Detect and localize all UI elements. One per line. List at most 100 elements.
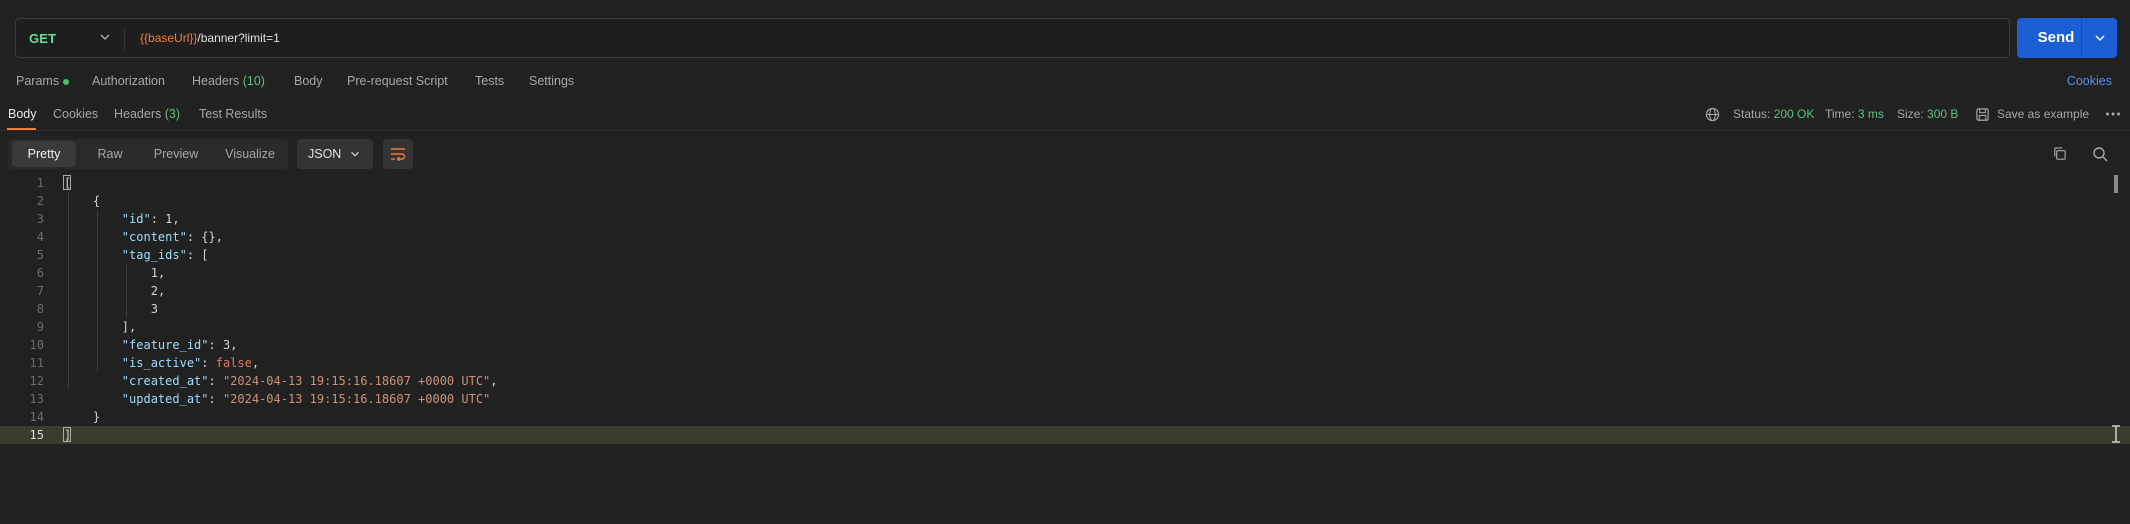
copy-icon[interactable] xyxy=(2052,146,2067,161)
text-cursor-icon xyxy=(2112,425,2120,443)
response-tab-cookies[interactable]: Cookies xyxy=(53,107,98,121)
save-icon[interactable] xyxy=(1975,107,1990,122)
json-value: [ xyxy=(201,248,209,262)
url-path: /banner?limit=1 xyxy=(197,31,280,45)
vertical-scrollbar[interactable] xyxy=(2114,175,2118,193)
code-line: 10 "feature_id": 3, xyxy=(0,336,2130,354)
code-text: "content": {}, xyxy=(121,230,223,244)
code-text: "created_at": "2024-04-13 19:15:16.18607… xyxy=(121,374,498,388)
status-label: Status: xyxy=(1733,107,1771,121)
line-number: 7 xyxy=(36,284,44,298)
code-line: 11 "is_active": false, xyxy=(0,354,2130,372)
code-line: 7 2, xyxy=(0,282,2130,300)
format-raw-button[interactable]: Raw xyxy=(82,139,138,169)
json-key: "is_active" xyxy=(121,356,202,370)
json-number: 1 xyxy=(165,212,173,226)
line-number: 15 xyxy=(29,428,44,442)
tab-tests[interactable]: Tests xyxy=(475,74,504,88)
tab-settings[interactable]: Settings xyxy=(529,74,574,88)
send-options-chevron-icon[interactable] xyxy=(2093,31,2107,45)
response-tab-headers[interactable]: Headers (3) xyxy=(114,107,180,121)
code-text: "tag_ids": [ xyxy=(121,248,209,262)
response-tab-body[interactable]: Body xyxy=(8,107,37,121)
json-number: 1 xyxy=(150,266,158,280)
response-tab-headers-count: (3) xyxy=(164,107,181,121)
json-boolean: false xyxy=(215,356,252,370)
response-tab-test-results[interactable]: Test Results xyxy=(199,107,267,121)
url-input[interactable]: {{baseUrl}}/banner?limit=1 xyxy=(140,31,280,45)
wrap-lines-icon xyxy=(391,148,406,161)
response-tab-headers-label: Headers xyxy=(114,107,162,121)
response-divider xyxy=(0,130,2130,131)
format-pretty-button[interactable]: Pretty xyxy=(12,141,76,167)
tab-headers-label: Headers xyxy=(192,74,240,88)
line-number: 14 xyxy=(29,410,44,424)
status-readout: Status: 200 OK xyxy=(1733,107,1814,121)
code-line: 14 } xyxy=(0,408,2130,426)
code-line: 15] xyxy=(0,426,2130,444)
line-number: 9 xyxy=(36,320,44,334)
line-number: 2 xyxy=(36,194,44,208)
code-line: 5 "tag_ids": [ xyxy=(0,246,2130,264)
time-label: Time: xyxy=(1825,107,1855,121)
code-line: 2 { xyxy=(0,192,2130,210)
tab-params-label: Params xyxy=(16,74,60,88)
url-variable: {{baseUrl}} xyxy=(140,31,198,45)
time-readout: Time: 3 ms xyxy=(1825,107,1884,121)
more-options-icon[interactable] xyxy=(2105,111,2121,117)
line-number: 13 xyxy=(29,392,44,406)
response-body-editor[interactable]: 1[2 {3 "id": 1, 4 "content": {}, 5 "tag_id… xyxy=(0,174,2130,454)
send-button[interactable]: Send xyxy=(2017,18,2081,58)
code-text: ], xyxy=(121,320,137,334)
tab-headers[interactable]: Headers (10) xyxy=(192,74,265,88)
tab-pre-request-script[interactable]: Pre-request Script xyxy=(347,74,448,88)
tab-body[interactable]: Body xyxy=(294,74,323,88)
status-value: 200 OK xyxy=(1773,107,1815,121)
format-visualize-button[interactable]: Visualize xyxy=(216,139,284,169)
code-text: "feature_id": 3, xyxy=(121,338,238,352)
cookies-link[interactable]: Cookies xyxy=(2067,74,2112,88)
params-indicator-dot xyxy=(63,78,70,85)
json-key: "feature_id" xyxy=(121,338,209,352)
json-string: "2024-04-13 19:15:16.18607 +0000 UTC" xyxy=(222,374,491,388)
url-divider xyxy=(124,27,125,51)
line-number: 3 xyxy=(36,212,44,226)
json-number: 3 xyxy=(222,338,231,352)
code-text: "is_active": false, xyxy=(121,356,260,370)
line-number: 6 xyxy=(36,266,44,280)
json-number: 3 xyxy=(150,302,158,316)
size-value: 300 B xyxy=(1927,107,1959,121)
line-number: 5 xyxy=(36,248,44,262)
code-text: { xyxy=(92,194,101,208)
code-text: "updated_at": "2024-04-13 19:15:16.18607… xyxy=(121,392,491,406)
json-value: {} xyxy=(201,230,216,244)
json-key: "created_at" xyxy=(121,374,209,388)
search-icon[interactable] xyxy=(2092,146,2108,162)
language-select[interactable]: JSON xyxy=(297,139,373,169)
tab-headers-count: (10) xyxy=(242,74,265,88)
code-text: "id": 1, xyxy=(121,212,180,226)
code-text: 2, xyxy=(150,284,166,298)
json-key: "id" xyxy=(121,212,151,226)
save-as-example-button[interactable]: Save as example xyxy=(1997,107,2089,121)
method-select[interactable]: GET xyxy=(29,31,56,46)
format-preview-button[interactable]: Preview xyxy=(144,139,208,169)
size-readout: Size: 300 B xyxy=(1897,107,1958,121)
globe-icon[interactable] xyxy=(1705,107,1720,122)
send-button-group: Send xyxy=(2017,18,2117,58)
tab-authorization[interactable]: Authorization xyxy=(92,74,165,88)
line-number: 4 xyxy=(36,230,44,244)
code-text: } xyxy=(92,410,101,424)
time-value: 3 ms xyxy=(1857,107,1884,121)
size-label: Size: xyxy=(1897,107,1924,121)
request-bar: GET {{baseUrl}}/banner?limit=1 xyxy=(15,18,2010,58)
send-divider xyxy=(2081,18,2082,58)
line-number: 10 xyxy=(29,338,44,352)
line-number: 8 xyxy=(36,302,44,316)
code-line: 13 "updated_at": "2024-04-13 19:15:16.18… xyxy=(0,390,2130,408)
chevron-down-icon[interactable] xyxy=(98,30,112,44)
wrap-lines-button[interactable] xyxy=(383,139,413,169)
language-select-label: JSON xyxy=(308,147,342,161)
code-line: 8 3 xyxy=(0,300,2130,318)
tab-params[interactable]: Params xyxy=(16,74,70,88)
